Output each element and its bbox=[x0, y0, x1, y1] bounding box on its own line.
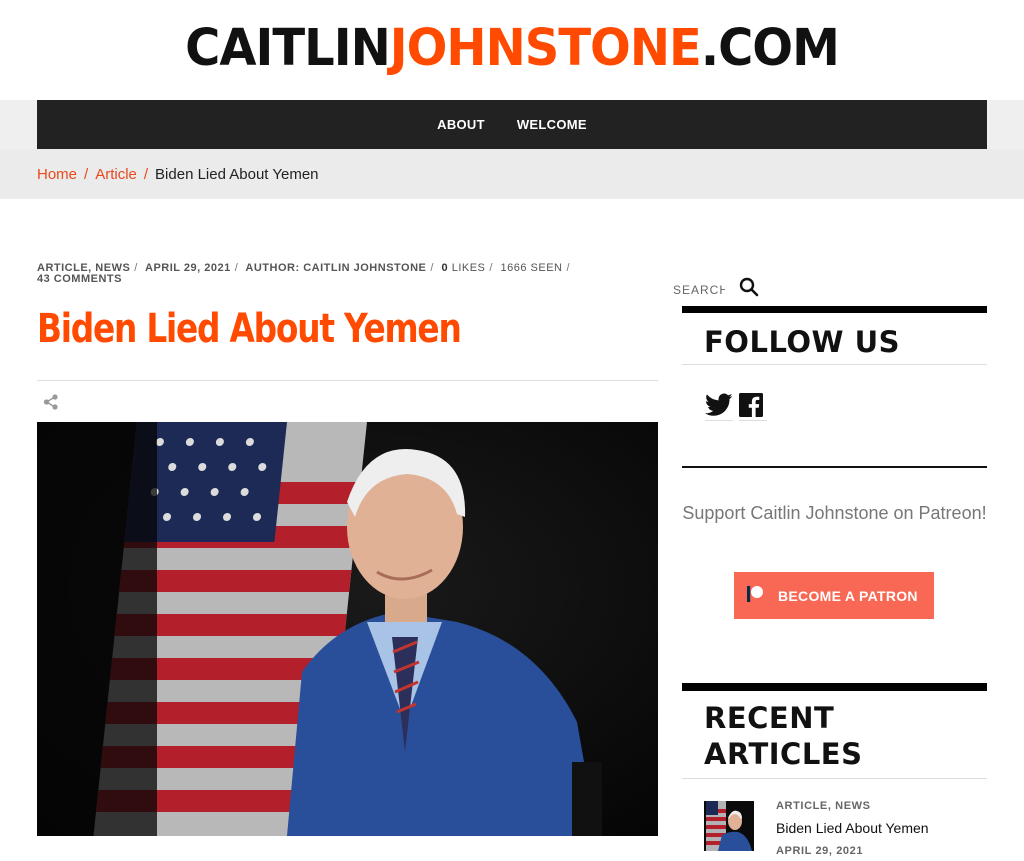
article-author[interactable]: AUTHOR: CAITLIN JOHNSTONE bbox=[245, 262, 426, 274]
main-nav: ABOUT WELCOME bbox=[37, 100, 987, 149]
become-a-patron-button[interactable]: BECOME A PATRON bbox=[734, 572, 934, 619]
search-widget bbox=[673, 277, 759, 302]
patron-button-label: BECOME A PATRON bbox=[778, 587, 918, 604]
search-icon[interactable] bbox=[739, 277, 759, 302]
breadcrumb-separator: / bbox=[84, 166, 89, 183]
widget-divider bbox=[682, 466, 987, 468]
logo-part-1: CAITLIN bbox=[185, 18, 391, 78]
likes-count[interactable]: 0 bbox=[442, 262, 449, 274]
recent-article-thumbnail[interactable] bbox=[704, 801, 754, 851]
facebook-icon[interactable] bbox=[739, 390, 767, 421]
breadcrumb-home[interactable]: Home bbox=[37, 166, 77, 183]
article-hero-image bbox=[37, 422, 658, 836]
patreon-icon bbox=[746, 585, 764, 606]
likes-label: LIKES bbox=[451, 262, 486, 274]
breadcrumb-separator: / bbox=[143, 166, 149, 183]
breadcrumb-current: Biden Lied About Yemen bbox=[155, 166, 319, 183]
article-title: Biden Lied About Yemen bbox=[37, 306, 462, 352]
recent-article-title[interactable]: Biden Lied About Yemen bbox=[776, 820, 929, 836]
twitter-icon[interactable] bbox=[705, 390, 733, 421]
widget-top-bar bbox=[682, 306, 987, 313]
breadcrumb: Home / Article / Biden Lied About Yemen bbox=[37, 166, 319, 183]
logo-part-2: JOHNSTONE bbox=[389, 18, 702, 78]
widget-top-bar bbox=[682, 683, 987, 691]
article-date: APRIL 29, 2021 bbox=[145, 262, 231, 274]
widget-divider bbox=[682, 364, 987, 365]
recent-article-categories[interactable]: ARTICLE, NEWS bbox=[776, 800, 871, 812]
recent-article-date: APRIL 29, 2021 bbox=[776, 845, 864, 857]
recent-articles-title: RECENT ARTICLES bbox=[704, 701, 863, 771]
widget-divider bbox=[682, 778, 987, 779]
social-links bbox=[705, 390, 767, 421]
follow-us-title: FOLLOW US bbox=[704, 325, 901, 359]
article-meta: ARTICLE, NEWS / APRIL 29, 2021/ AUTHOR: C… bbox=[37, 262, 571, 285]
share-icon[interactable] bbox=[42, 393, 60, 411]
seen-count: 1666 SEEN bbox=[500, 262, 563, 274]
nav-item-welcome[interactable]: WELCOME bbox=[517, 117, 587, 132]
breadcrumb-section[interactable]: Article bbox=[95, 166, 137, 183]
nav-item-about[interactable]: ABOUT bbox=[437, 117, 485, 132]
search-input[interactable] bbox=[673, 282, 725, 297]
support-text: Support Caitlin Johnstone on Patreon! bbox=[682, 503, 987, 523]
site-logo[interactable]: CAITLINJOHNSTONE.COM bbox=[0, 17, 1024, 80]
divider bbox=[37, 380, 658, 381]
comments-count[interactable]: 43 COMMENTS bbox=[37, 273, 122, 285]
logo-part-3: .COM bbox=[700, 18, 840, 78]
